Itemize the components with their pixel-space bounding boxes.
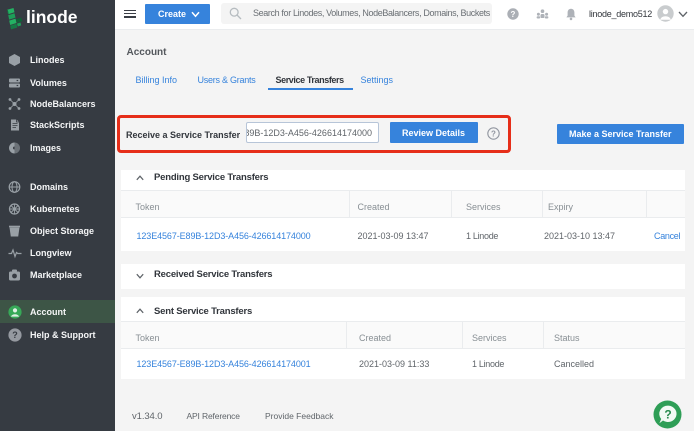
svg-text:?: ? [511, 10, 516, 19]
svg-text:?: ? [664, 408, 671, 422]
svg-text:?: ? [12, 330, 18, 340]
